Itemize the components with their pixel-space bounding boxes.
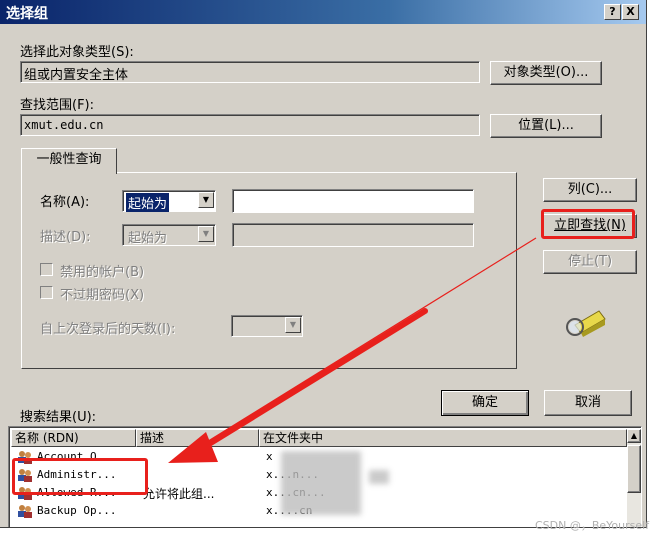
watermark-text: CSDN @，BeYourself — [535, 519, 650, 532]
annotation-arrow-icon — [168, 237, 537, 463]
